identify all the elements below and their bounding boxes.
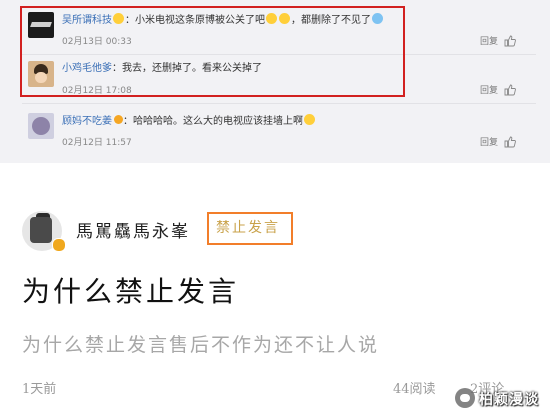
post-time: 1天前	[22, 382, 57, 397]
verified-badge-icon	[114, 115, 123, 124]
highlight-box-orange	[207, 212, 293, 245]
highlight-box-red	[20, 6, 405, 97]
post-title: 为什么禁止发言	[22, 275, 240, 308]
read-count: 44阅读	[393, 382, 436, 397]
avatar[interactable]	[28, 113, 54, 139]
comment-list: 吴所谓科技 ：小米电视这条原博被公关了吧 ，都删除了不见了 02月13日 00:33…	[0, 0, 550, 163]
comment-item: 顾妈不吃姜 ：哈哈哈哈。这么大的电视应该挂墙上啊 02月12日 11:57 回复	[22, 108, 536, 155]
comment-time: 02月12日 11:57	[62, 138, 132, 148]
watermark: 柏颖漫谈	[455, 386, 547, 410]
wechat-icon	[455, 388, 475, 408]
reply-button[interactable]: 回复	[480, 34, 498, 47]
divider	[22, 103, 536, 104]
thumbs-up-icon[interactable]	[504, 81, 516, 96]
post-body: 为什么禁止发言售后不作为还不让人说	[22, 334, 380, 356]
comment-line: 顾妈不吃姜 ：哈哈哈哈。这么大的电视应该挂墙上啊	[62, 114, 316, 129]
thumbs-up-icon[interactable]	[504, 133, 516, 148]
reply-button[interactable]: 回复	[480, 135, 498, 148]
watermark-text: 柏颖漫谈	[479, 392, 539, 408]
thumbs-up-icon[interactable]	[504, 32, 516, 47]
comment-username[interactable]: 顾妈不吃姜	[62, 116, 112, 127]
author-name[interactable]: 馬駡驫馬永峯	[76, 217, 190, 242]
comment-text: ：哈哈哈哈。这么大的电视应该挂墙上啊	[123, 116, 303, 127]
verified-badge-icon	[52, 238, 66, 252]
smile-emoji-icon	[304, 114, 315, 125]
reply-button[interactable]: 回复	[480, 83, 498, 96]
